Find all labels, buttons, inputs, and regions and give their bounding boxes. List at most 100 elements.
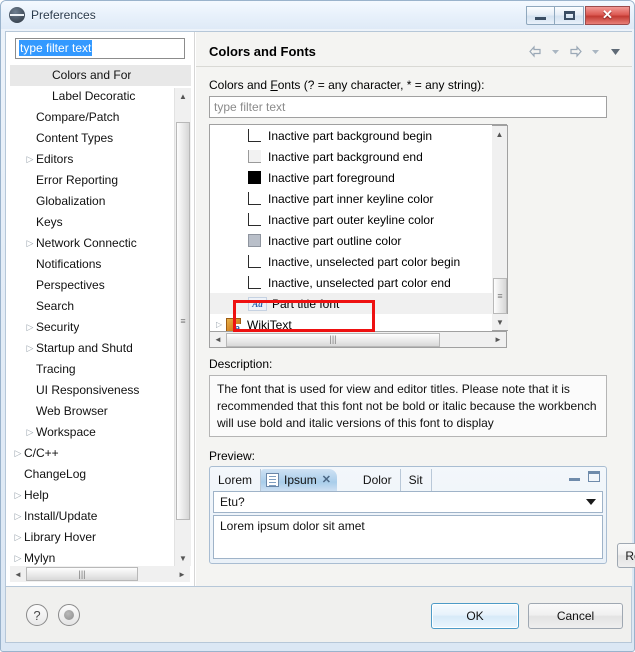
cancel-button[interactable]: Cancel: [528, 603, 623, 629]
expand-arrow-icon[interactable]: ▷: [12, 485, 24, 506]
preview-tab-sit[interactable]: Sit: [401, 469, 432, 491]
sidebar-horizontal-scrollbar[interactable]: ◄ ||| ►: [10, 566, 190, 582]
maximize-icon[interactable]: [588, 471, 600, 482]
preview-tab-dolor[interactable]: Dolor: [355, 469, 401, 491]
preview-combo[interactable]: Etu?: [213, 491, 603, 513]
sidebar-item-network-connectic[interactable]: ▷ Network Connectic: [10, 233, 191, 254]
sidebar-item-tracing[interactable]: Tracing: [10, 359, 191, 380]
forward-arrow-icon[interactable]: [566, 42, 584, 60]
sidebar-item-label: ChangeLog: [24, 467, 87, 481]
sidebar-item-content-types[interactable]: Content Types: [10, 128, 191, 149]
ok-button[interactable]: OK: [431, 603, 519, 629]
title-bar[interactable]: Preferences ✕: [1, 1, 634, 29]
sidebar-item-library-hover[interactable]: ▷ Library Hover: [10, 527, 191, 548]
sidebar-item-startup-and-shutd[interactable]: ▷ Startup and Shutd: [10, 338, 191, 359]
forward-chevron-down-icon[interactable]: [586, 42, 604, 60]
sidebar-hscroll-thumb[interactable]: |||: [26, 567, 138, 581]
list-item-label: WikiText: [247, 317, 292, 332]
grip-icon: ≡: [497, 290, 503, 301]
sidebar-item-label: Compare/Patch: [36, 110, 120, 124]
list-scroll-up-icon[interactable]: ▲: [492, 126, 507, 142]
right-pane: Colors and Fonts Colors and Fonts (? = a…: [196, 32, 635, 586]
sidebar-item-label: Install/Update: [24, 509, 98, 523]
sidebar-item-label: Web Browser: [36, 404, 108, 418]
expand-arrow-icon[interactable]: ▷: [24, 317, 36, 338]
sidebar-item-perspectives[interactable]: Perspectives: [10, 275, 191, 296]
sidebar-item-label-decoratic[interactable]: Label Decoratic: [10, 86, 191, 107]
list-item[interactable]: Inactive part background begin: [210, 125, 506, 146]
grip-icon: |||: [329, 334, 337, 344]
menu-chevron-down-icon[interactable]: [606, 42, 624, 60]
expand-arrow-icon[interactable]: ▷: [12, 527, 24, 548]
sidebar-item-changelog[interactable]: ChangeLog: [10, 464, 191, 485]
close-button[interactable]: ✕: [585, 5, 630, 25]
list-scroll-left-icon[interactable]: ◄: [210, 335, 226, 344]
list-scroll-thumb[interactable]: ≡: [493, 278, 507, 314]
list-item[interactable]: Inactive part inner keyline color: [210, 188, 506, 209]
sidebar-item-error-reporting[interactable]: Error Reporting: [10, 170, 191, 191]
scroll-left-icon[interactable]: ◄: [10, 570, 26, 579]
sidebar-item-ui-responsiveness[interactable]: UI Responsiveness: [10, 380, 191, 401]
sidebar-item-label: Globalization: [36, 194, 106, 208]
scroll-right-icon[interactable]: ►: [174, 570, 190, 579]
navigation-bar: [526, 42, 624, 60]
colors-fonts-list[interactable]: Inactive part background begin Inactive p…: [209, 124, 507, 332]
list-item[interactable]: Inactive, unselected part color end: [210, 272, 506, 293]
minimize-button[interactable]: [526, 5, 555, 25]
sidebar-item-web-browser[interactable]: Web Browser: [10, 401, 191, 422]
expand-arrow-icon[interactable]: ▷: [24, 233, 36, 254]
sidebar-item-globalization[interactable]: Globalization: [10, 191, 191, 212]
expand-arrow-icon[interactable]: ▷: [24, 149, 36, 170]
preview-tab-lorem[interactable]: Lorem: [210, 469, 262, 491]
sidebar-filter-input[interactable]: type filter text: [15, 38, 185, 59]
sidebar-item-label: Library Hover: [24, 530, 97, 544]
preferences-tree[interactable]: Colors and For Label Decoratic Compare/Pat…: [10, 65, 191, 565]
list-item[interactable]: ▷ WikiText: [210, 314, 506, 332]
record-button[interactable]: [58, 604, 80, 626]
back-chevron-down-icon[interactable]: [546, 42, 564, 60]
list-item[interactable]: Inactive part outer keyline color: [210, 209, 506, 230]
list-scroll-down-icon[interactable]: ▼: [492, 314, 508, 330]
scroll-up-icon[interactable]: ▲: [175, 88, 191, 104]
list-scroll-right-icon[interactable]: ►: [490, 335, 506, 344]
maximize-button[interactable]: [555, 5, 584, 25]
expand-arrow-icon[interactable]: ▷: [216, 320, 226, 329]
left-pane: type filter text Colors and For Label Dec…: [6, 32, 195, 586]
expand-arrow-icon[interactable]: ▷: [12, 548, 24, 565]
list-vertical-scrollbar[interactable]: ▲ ≡ ▼: [492, 125, 508, 331]
minimize-icon[interactable]: [569, 473, 580, 481]
sidebar-item-colors-and-for[interactable]: Colors and For: [10, 65, 191, 86]
sidebar-scroll-thumb[interactable]: ≡: [176, 122, 190, 520]
list-item[interactable]: Inactive part background end: [210, 146, 506, 167]
list-item[interactable]: Aa Part title font: [210, 293, 506, 314]
list-item[interactable]: Inactive part foreground: [210, 167, 506, 188]
close-icon[interactable]: ✕: [322, 469, 331, 491]
sidebar-item-search[interactable]: Search: [10, 296, 191, 317]
list-item[interactable]: Inactive part outline color: [210, 230, 506, 251]
sidebar-vertical-scrollbar[interactable]: ▲ ≡ ▼: [174, 88, 191, 566]
sidebar-item-notifications[interactable]: Notifications: [10, 254, 191, 275]
colors-fonts-filter-input[interactable]: type filter text: [209, 96, 607, 118]
sidebar-item-editors[interactable]: ▷ Editors: [10, 149, 191, 170]
preview-tab-ipsum[interactable]: Ipsum ✕: [261, 469, 337, 491]
sidebar-item-workspace[interactable]: ▷ Workspace: [10, 422, 191, 443]
scroll-down-icon[interactable]: ▼: [175, 550, 191, 566]
sidebar-item-security[interactable]: ▷ Security: [10, 317, 191, 338]
restore-defaults-button[interactable]: Restore Defaults: [617, 543, 635, 568]
sidebar-item-c-c[interactable]: ▷ C/C++: [10, 443, 191, 464]
expand-arrow-icon[interactable]: ▷: [24, 422, 36, 443]
help-button[interactable]: ?: [26, 604, 48, 626]
back-arrow-icon[interactable]: [526, 42, 544, 60]
list-hscroll-thumb[interactable]: |||: [226, 332, 440, 347]
sidebar-item-keys[interactable]: Keys: [10, 212, 191, 233]
sidebar-item-help[interactable]: ▷ Help: [10, 485, 191, 506]
color-swatch-icon: [248, 129, 261, 142]
sidebar-item-compare-patch[interactable]: Compare/Patch: [10, 107, 191, 128]
expand-arrow-icon[interactable]: ▷: [12, 443, 24, 464]
list-horizontal-scrollbar[interactable]: ◄ ||| ►: [209, 332, 507, 348]
sidebar-item-mylyn[interactable]: ▷ Mylyn: [10, 548, 191, 565]
expand-arrow-icon[interactable]: ▷: [24, 338, 36, 359]
list-item[interactable]: Inactive, unselected part color begin: [210, 251, 506, 272]
sidebar-item-install-update[interactable]: ▷ Install/Update: [10, 506, 191, 527]
expand-arrow-icon[interactable]: ▷: [12, 506, 24, 527]
